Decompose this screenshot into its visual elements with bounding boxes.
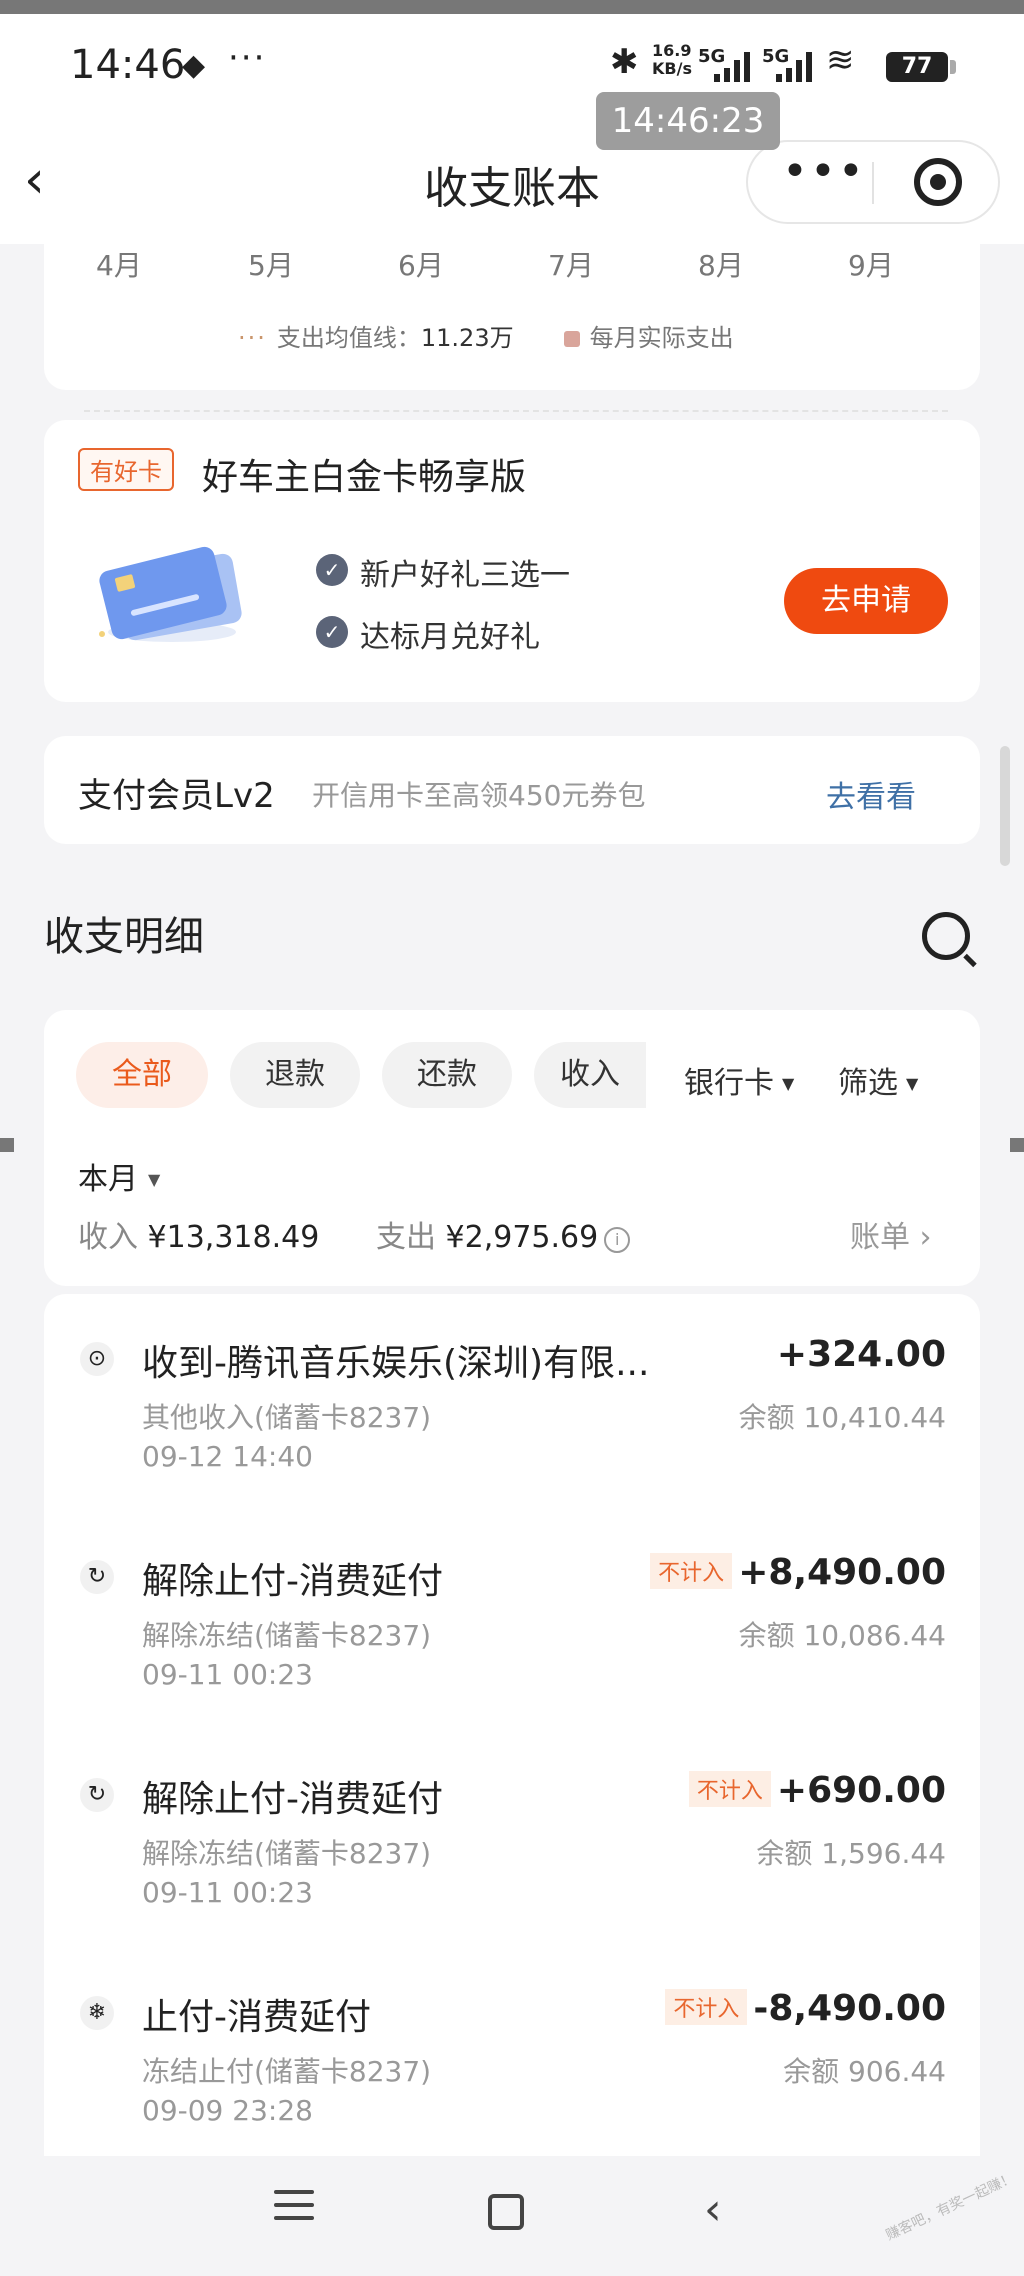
bank-card-dropdown[interactable]: 银行卡 ▼ <box>684 1058 794 1102</box>
timestamp-overlay: 14:46:23 <box>596 92 780 150</box>
excluded-tag: 不计入 <box>688 1771 771 1807</box>
promo-badge: 有好卡 <box>78 448 174 491</box>
snowflake-icon: ❄ <box>80 1996 114 2030</box>
filter-dropdown[interactable]: 筛选 ▼ <box>838 1058 918 1102</box>
battery-indicator: 77 <box>886 52 956 82</box>
signal-bars-2-icon <box>776 50 818 82</box>
status-time: 14:46 <box>70 42 186 88</box>
member-desc: 开信用卡至高领450元券包 <box>312 779 646 812</box>
caret-down-icon: ▼ <box>148 1170 161 1189</box>
income-summary: 收入 ¥13,318.49 <box>78 1220 320 1255</box>
scrollbar[interactable] <box>1000 746 1010 866</box>
edge-mark <box>0 1138 14 1152</box>
refresh-icon: ↻ <box>80 1778 114 1812</box>
capsule-divider <box>872 162 874 204</box>
card-notch <box>964 396 994 426</box>
home-icon[interactable] <box>488 2194 524 2230</box>
wifi-icon: ≋ <box>826 40 855 80</box>
recent-apps-icon[interactable] <box>274 2190 314 2229</box>
bill-link[interactable]: 账单 › <box>850 1212 932 1256</box>
signal-bars-1-icon <box>714 50 756 82</box>
bluetooth-icon: ✱ <box>610 42 639 82</box>
chip-income[interactable]: 收入 <box>534 1042 646 1108</box>
tx-subtitle: 解除冻结(储蓄卡8237) <box>142 1837 432 1870</box>
tx-balance: 余额 906.44 <box>783 2055 946 2088</box>
member-title: 支付会员Lv2 <box>78 776 275 816</box>
chart-legend: ··· 支出均值线：11.23万 每月实际支出 <box>238 318 734 353</box>
chip-refund[interactable]: 退款 <box>230 1042 360 1108</box>
promo-title: 好车主白金卡畅享版 <box>202 457 527 498</box>
tx-title[interactable]: 解除止付-消费延付 <box>142 1552 443 1604</box>
excluded-tag: 不计入 <box>665 1989 748 2025</box>
search-icon[interactable] <box>922 912 970 960</box>
tx-subtitle: 其他收入(储蓄卡8237) <box>142 1401 432 1434</box>
legend-avg-value: 11.23万 <box>420 324 514 352</box>
perk-text: 新户好礼三选一 <box>360 558 570 593</box>
tx-title[interactable]: 收到-腾讯音乐娱乐(深圳)有限... <box>142 1334 649 1386</box>
tx-title[interactable]: 解除止付-消费延付 <box>142 1770 443 1822</box>
perk-text: 达标月兑好礼 <box>360 620 540 655</box>
tx-amount: 不计入 +8,490.00 <box>650 1552 946 1593</box>
month-label: 5月 <box>248 249 294 282</box>
month-label: 9月 <box>848 249 894 282</box>
check-icon: ✓ <box>316 554 348 586</box>
tx-amount: +324.00 <box>776 1334 946 1375</box>
more-notifications-icon: ··· <box>228 38 267 78</box>
tx-amount: 不计入 +690.00 <box>688 1770 946 1811</box>
apply-button[interactable]: 去申请 <box>784 568 948 634</box>
info-icon[interactable]: i <box>604 1227 631 1253</box>
expense-summary: 支出 ¥2,975.69 i <box>376 1212 631 1256</box>
tx-subtitle: 冻结止付(储蓄卡8237) <box>142 2055 432 2088</box>
tx-subtitle: 解除冻结(储蓄卡8237) <box>142 1619 432 1652</box>
check-icon: ✓ <box>316 616 348 648</box>
member-link[interactable]: 去看看 <box>826 772 916 816</box>
more-dots-icon[interactable]: ••• <box>782 146 866 197</box>
caret-down-icon: ▼ <box>906 1074 919 1093</box>
chip-all[interactable]: 全部 <box>76 1042 208 1108</box>
tx-time: 09-12 14:40 <box>142 1440 313 1473</box>
credit-card-illustration <box>99 546 242 642</box>
top-strip <box>0 0 1024 14</box>
back-nav-icon[interactable]: ‹ <box>704 2184 722 2235</box>
tx-balance: 余额 10,410.44 <box>738 1401 946 1434</box>
actual-bar-swatch-icon <box>563 331 580 347</box>
tx-time: 09-11 00:23 <box>142 1876 313 1909</box>
tx-time: 09-11 00:23 <box>142 1658 313 1691</box>
section-title: 收支明细 <box>44 914 204 960</box>
month-label: 4月 <box>96 249 142 282</box>
tx-title[interactable]: 止付-消费延付 <box>142 1988 371 2040</box>
close-target-icon[interactable] <box>914 158 962 206</box>
period-selector[interactable]: 本月 ▼ <box>78 1154 160 1198</box>
chart-card <box>44 244 980 390</box>
month-label: 6月 <box>398 249 444 282</box>
tx-balance: 余额 10,086.44 <box>738 1619 946 1652</box>
legend-avg-label: 支出均值线： <box>276 324 421 352</box>
tx-time: 09-09 23:28 <box>142 2094 313 2127</box>
target-icon: ⊙ <box>80 1342 114 1376</box>
legend-actual-label: 每月实际支出 <box>589 324 734 352</box>
edge-mark <box>1010 1138 1024 1152</box>
excluded-tag: 不计入 <box>650 1553 733 1589</box>
avg-line-icon: ··· <box>238 324 267 352</box>
layers-icon: ◆ <box>182 48 206 83</box>
net-speed: 16.9 KB/s <box>652 41 692 78</box>
divider <box>84 410 948 412</box>
caret-down-icon: ▼ <box>782 1074 795 1093</box>
month-label: 8月 <box>698 249 744 282</box>
tx-balance: 余额 1,596.44 <box>756 1837 946 1870</box>
chip-repayment[interactable]: 还款 <box>382 1042 512 1108</box>
refresh-icon: ↻ <box>80 1560 114 1594</box>
tx-amount: 不计入 -8,490.00 <box>665 1988 946 2029</box>
month-label: 7月 <box>548 249 594 282</box>
